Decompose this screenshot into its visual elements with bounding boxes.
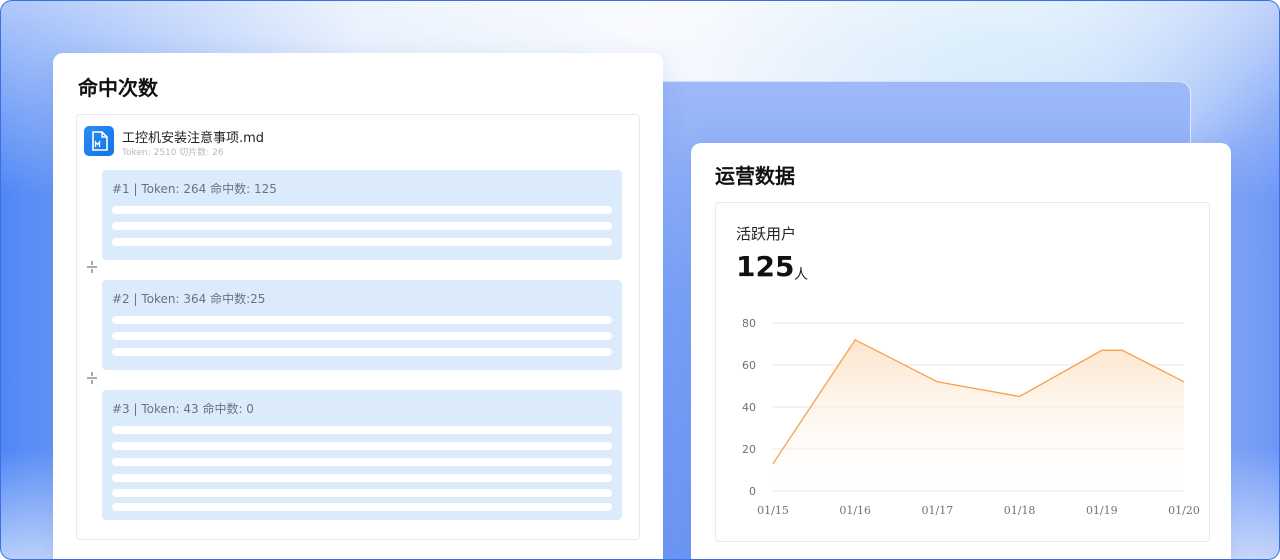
- text-placeholder-line: [112, 503, 612, 511]
- chunk-card[interactable]: #2 | Token: 364 命中数:25: [102, 280, 622, 370]
- x-tick-label: 01/18: [1004, 504, 1036, 517]
- active-users-panel: 活跃用户 125 人 0 20 40 60 80 01/15 01/16 01/17 01/18…: [715, 202, 1210, 542]
- text-placeholder-line: [112, 332, 612, 340]
- text-placeholder-line: [112, 238, 612, 246]
- chunk-label: #2 | Token: 364 命中数:25: [112, 292, 266, 306]
- text-placeholder-line: [112, 474, 612, 482]
- chunk-card[interactable]: #1 | Token: 264 命中数: 125: [102, 170, 622, 260]
- y-tick-label: 0: [749, 485, 756, 498]
- file-name[interactable]: 工控机安装注意事项.md: [122, 127, 264, 146]
- x-tick-label: 01/15: [757, 504, 789, 517]
- text-placeholder-line: [112, 489, 612, 497]
- ops-card-title: 运营数据: [715, 164, 795, 188]
- text-placeholder-line: [112, 348, 612, 356]
- y-tick-label: 20: [742, 443, 756, 456]
- file-hits-panel: 工控机安装注意事项.md Token: 2510 切片数: 26 #1 | To…: [76, 114, 640, 540]
- chunk-card[interactable]: #3 | Token: 43 命中数: 0: [102, 390, 622, 520]
- text-placeholder-line: [112, 206, 612, 214]
- x-tick-label: 01/16: [839, 504, 871, 517]
- area-fill: [773, 339, 1184, 491]
- chunk-label: #1 | Token: 264 命中数: 125: [112, 182, 277, 196]
- split-icon: [85, 260, 99, 278]
- file-meta: Token: 2510 切片数: 26: [122, 148, 224, 158]
- x-tick-label: 01/17: [922, 504, 954, 517]
- x-tick-label: 01/19: [1086, 504, 1118, 517]
- text-placeholder-line: [112, 426, 612, 434]
- chunk-label: #3 | Token: 43 命中数: 0: [112, 402, 254, 416]
- hits-card: 命中次数 工控机安装注意事项.md Token: 2510 切片数: 26 #1…: [53, 53, 663, 559]
- split-icon: [85, 371, 99, 389]
- ops-card: 运营数据 活跃用户 125 人 0 20 40 60 80 01/15 01/16 01/17…: [691, 143, 1231, 559]
- text-placeholder-line: [112, 316, 612, 324]
- markdown-file-icon: [84, 126, 114, 156]
- y-tick-label: 60: [742, 359, 756, 372]
- y-tick-label: 40: [742, 401, 756, 414]
- text-placeholder-line: [112, 222, 612, 230]
- hits-card-title: 命中次数: [78, 76, 158, 100]
- text-placeholder-line: [112, 442, 612, 450]
- active-users-chart: 0 20 40 60 80 01/15 01/16 01/17 01/18 01/19 01/20: [742, 317, 1200, 517]
- x-tick-label: 01/20: [1168, 504, 1200, 517]
- text-placeholder-line: [112, 458, 612, 466]
- background-frame: 命中次数 工控机安装注意事项.md Token: 2510 切片数: 26 #1…: [0, 0, 1280, 560]
- y-tick-label: 80: [742, 317, 756, 330]
